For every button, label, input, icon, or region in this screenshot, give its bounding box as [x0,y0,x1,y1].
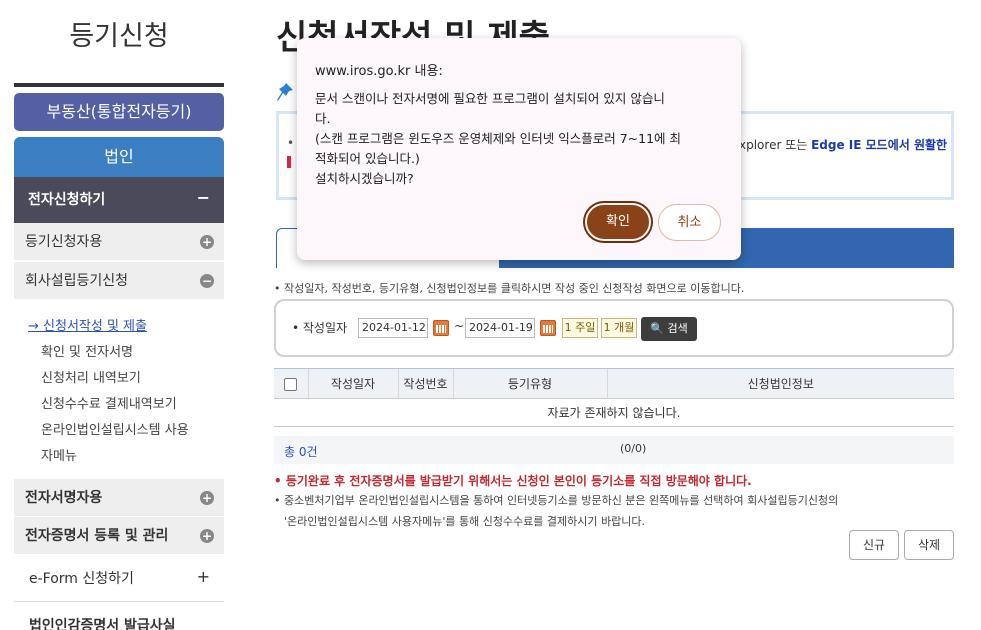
table-header-row: 작성일자 작성번호 등기유형 신청법인정보 [274,368,954,399]
select-all-cell [274,368,308,399]
pin-icon [277,83,293,101]
menu-ecert[interactable]: 전자증명서 등록 및 관리 + [14,517,224,555]
menu-seal-cert-label: 법인인감증명서 발급사실 [29,618,176,630]
search-panel: • 작성일자 2024-01-12 ~ 2024-01-19 1 주일 1 개월… [274,299,954,357]
pagination: (0/0) [620,442,647,455]
menu-ebiz-label: 전자신청하기 [28,192,106,208]
confirm-dialog: www.iros.go.kr 내용: 문서 스캔이나 전자서명에 필요한 프로그… [297,38,741,260]
realty-button[interactable]: 부동산(통합전자등기) [14,93,224,131]
page-root: 등기신청 부동산(통합전자등기) 법인 전자신청하기 − 등기신청자용 + 회사… [0,0,981,630]
dialog-title: www.iros.go.kr 내용: [315,64,443,79]
notice-text: xplorer 또는 Edge IE 모드에서 원활한 [739,136,947,153]
menu-applicant[interactable]: 등기신청자용 + [14,223,224,261]
collapse-icon: − [196,188,210,207]
info-text-2: '온라인법인설립시스템 사용자메뉴'를 통해 신청수수료를 결제하시기 바랍니다… [284,515,645,528]
delete-button[interactable]: 삭제 [904,530,954,560]
corp-button[interactable]: 법인 [14,137,224,177]
date-from-input[interactable]: 2024-01-12 [358,318,428,338]
menu-seal-cert[interactable]: 법인인감증명서 발급사실 [14,603,224,630]
sidebar-title: 등기신청 [69,21,169,52]
calendar-icon[interactable] [433,320,449,336]
date-separator: ~ [454,319,465,333]
menu-company-registration[interactable]: 회사설립등기신청 − [14,262,224,300]
submenu-item-online-system-cont[interactable]: 자메뉴 [41,445,77,464]
menu-company-registration-label: 회사설립등기신청 [25,273,129,289]
expand-icon: + [200,491,214,505]
col-number[interactable]: 작성번호 [397,368,453,399]
menu-eform[interactable]: e-Form 신청하기 + [14,556,224,602]
submenu-item-write-submit[interactable]: → 신청서작성 및 제출 [28,315,147,334]
empty-message: 자료가 존재하지 않습니다. [274,398,954,427]
total-count: 총 0건 [284,445,318,459]
menu-signer[interactable]: 전자서명자용 + [14,479,224,517]
col-type[interactable]: 등기유형 [452,368,607,399]
submenu-item-confirm-sign[interactable]: 확인 및 전자서명 [41,341,133,360]
period-month-button[interactable]: 1 개월 [601,318,637,338]
expand-icon: + [196,567,210,586]
submenu-item-online-system[interactable]: 온라인법인설립시스템 사용 [41,419,189,438]
date-label: • 작성일자 [292,321,348,335]
date-to-input[interactable]: 2024-01-19 [465,318,535,338]
col-corp-info[interactable]: 신청법인정보 [606,368,954,399]
expand-icon: + [200,235,214,249]
collapse-icon: − [200,274,214,288]
calendar-icon[interactable] [540,320,556,336]
notice-bullet: • [287,136,295,150]
submenu-item-process-history[interactable]: 신청처리 내역보기 [41,367,141,386]
info-text-1: • 중소벤처기업부 온라인법인설립시스템을 통하여 인터넷등기소를 방문하신 분… [274,494,839,507]
menu-applicant-label: 등기신청자용 [25,234,103,250]
dialog-ok-button[interactable]: 확인 [585,203,651,241]
notice-text-bold: Edge IE 모드에서 원활한 [811,138,948,152]
menu-ebiz-apply[interactable]: 전자신청하기 − [14,177,224,223]
sidebar-divider [14,83,224,87]
menu-eform-label: e-Form 신청하기 [29,571,134,587]
dialog-message: 문서 스캔이나 전자서명에 필요한 프로그램이 설치되어 있지 않습니 다. (… [315,91,682,186]
menu-ecert-label: 전자증명서 등록 및 관리 [25,528,169,544]
period-week-button[interactable]: 1 주일 [562,318,598,338]
notice-text-plain: xplorer 또는 [739,138,812,152]
result-table: 작성일자 작성번호 등기유형 신청법인정보 자료가 존재하지 않습니다. [274,368,954,427]
submenu: → 신청서작성 및 제출 확인 및 전자서명 신청처리 내역보기 신청수수료 결… [14,300,224,474]
notice-marker [287,156,291,168]
table-row: 자료가 존재하지 않습니다. [274,398,954,427]
expand-icon: + [200,529,214,543]
guide-text: • 작성일자, 작성번호, 등기유형, 신청법인정보를 클릭하시면 작성 중인 … [274,282,745,295]
warning-text: • 등기완료 후 전자증명서를 발급받기 위해서는 신청인 본인이 등기소를 직… [274,474,752,488]
select-all-checkbox[interactable] [284,377,298,391]
menu-signer-label: 전자서명자용 [25,490,103,506]
sidebar: 등기신청 부동산(통합전자등기) 법인 전자신청하기 − 등기신청자용 + 회사… [14,0,224,630]
search-button[interactable]: 🔍 검색 [641,317,697,341]
dialog-cancel-button[interactable]: 취소 [658,204,721,241]
col-date[interactable]: 작성일자 [307,368,398,399]
new-button[interactable]: 신규 [849,530,899,560]
submenu-item-fee-history[interactable]: 신청수수료 결제내역보기 [41,393,177,412]
total-bar: 총 0건 (0/0) [274,436,954,464]
